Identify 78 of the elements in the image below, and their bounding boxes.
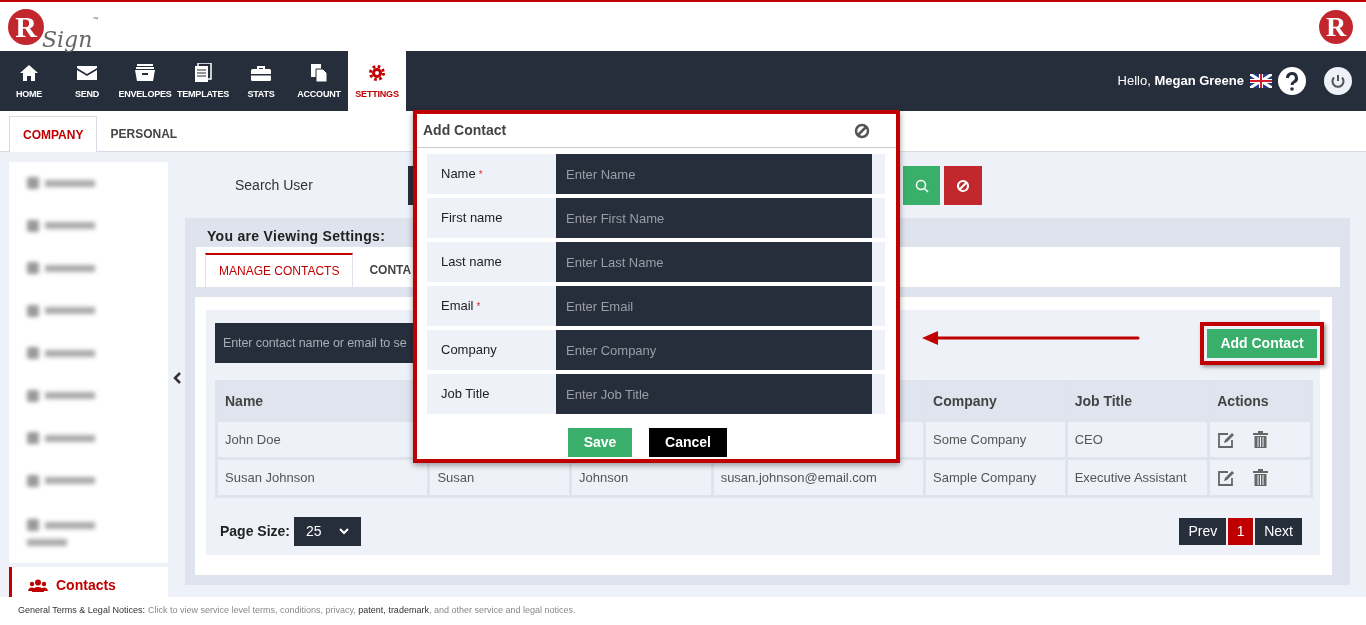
clear-button[interactable] — [944, 166, 982, 205]
footer-title: General Terms & Legal Notices: — [18, 604, 145, 618]
prev-button[interactable]: Prev — [1179, 518, 1227, 545]
table-cell-text: CEO — [1074, 430, 1103, 449]
people-icon — [28, 578, 48, 592]
nav-item[interactable]: HOME — [0, 51, 58, 111]
nav-item[interactable]: ENVELOPES — [116, 51, 174, 111]
column-header: Job Title — [1074, 391, 1132, 411]
page-button[interactable]: 1 — [1228, 518, 1254, 545]
settings-tab[interactable]: PERSONAL — [97, 116, 191, 151]
search-user-label: Search User — [235, 177, 313, 193]
field-label: Last name — [441, 253, 502, 272]
table-cell-text: Some Company — [933, 430, 1027, 449]
settings-heading: You are Viewing Settings: — [207, 228, 386, 244]
required-mark: * — [476, 299, 481, 314]
briefcase-icon — [250, 63, 272, 82]
contact-search-field[interactable]: Enter contact name or email to se — [215, 323, 413, 363]
table-cell-text: Johnson — [579, 468, 629, 487]
nav-item[interactable]: STATS — [232, 51, 290, 111]
field-label: First name — [441, 209, 503, 228]
help-icon[interactable] — [1278, 67, 1306, 95]
column-header: Actions — [1217, 391, 1269, 411]
table-cell-text: Susan Johnson — [225, 468, 315, 487]
edit-icon[interactable] — [1217, 469, 1236, 486]
trash-icon[interactable] — [1253, 469, 1269, 486]
logo-text: Sign — [42, 28, 93, 51]
document-stack-icon — [194, 62, 212, 83]
home-icon — [19, 63, 39, 82]
sidebar-item[interactable]: Contacts — [9, 567, 168, 597]
chevron-down-icon — [339, 528, 350, 535]
gear-icon — [368, 63, 386, 82]
input-field[interactable]: Enter Last Name — [556, 242, 872, 282]
search-icon — [914, 178, 929, 193]
search-button[interactable] — [903, 166, 940, 205]
copy-icon — [310, 62, 328, 83]
nav-item[interactable]: SEND — [58, 51, 116, 111]
envelope-icon — [76, 64, 98, 81]
footer-link[interactable]: trademark — [388, 605, 429, 616]
table-cell-text: Susan — [437, 468, 475, 487]
corner-logo: R — [1319, 9, 1353, 44]
content-tab[interactable]: MANAGE CONTACTS — [205, 253, 354, 287]
field-label: Company — [441, 341, 497, 360]
input-field[interactable]: Enter Company — [556, 330, 872, 370]
column-header: Company — [933, 391, 997, 411]
next-button[interactable]: Next — [1255, 518, 1302, 545]
cancel-button[interactable]: Cancel — [649, 428, 727, 457]
field-label: Email — [441, 297, 474, 316]
column-header: Name — [225, 391, 264, 411]
table-cell-text: John Doe — [225, 430, 281, 449]
table-cell-text: susan.johnson@email.com — [720, 468, 877, 487]
page-size-select[interactable]: 25 — [294, 517, 362, 546]
power-icon[interactable] — [1324, 67, 1352, 95]
logo-mark: R — [8, 8, 44, 45]
input-field[interactable]: Enter Job Title — [556, 374, 872, 414]
page-size-label: Page Size: — [220, 522, 291, 541]
tray-icon — [134, 63, 156, 82]
field-label: Name — [441, 165, 476, 184]
content-tab[interactable]: CONTA — [353, 253, 414, 287]
table-cell-text: Executive Assistant — [1074, 468, 1187, 487]
edit-icon[interactable] — [1217, 431, 1236, 448]
clear-icon — [956, 178, 970, 193]
table-cell-text: Sample Company — [933, 468, 1037, 487]
nav-item[interactable]: SETTINGS — [348, 51, 406, 111]
nav-item[interactable]: ACCOUNT — [290, 51, 348, 111]
flag-icon[interactable] — [1250, 74, 1272, 88]
close-icon[interactable] — [854, 122, 870, 139]
settings-tab[interactable]: COMPANY — [9, 116, 98, 152]
required-mark: * — [478, 167, 483, 182]
collapse-chevron-icon[interactable] — [172, 372, 181, 384]
field-label: Job Title — [441, 385, 490, 404]
trash-icon[interactable] — [1253, 431, 1269, 448]
dialog-title: Add Contact — [423, 121, 507, 140]
input-field[interactable]: Enter Email — [556, 286, 872, 326]
greeting-text: Hello, Megan Greene — [1117, 72, 1244, 91]
footer-text: Click to view service level terms, conditions, privacy, patent, trademark, and other service and legal notices. — [147, 604, 576, 618]
input-field[interactable]: Enter First Name — [556, 198, 872, 238]
nav-item[interactable]: TEMPLATES — [174, 51, 232, 111]
input-field[interactable]: Enter Name — [556, 154, 872, 194]
